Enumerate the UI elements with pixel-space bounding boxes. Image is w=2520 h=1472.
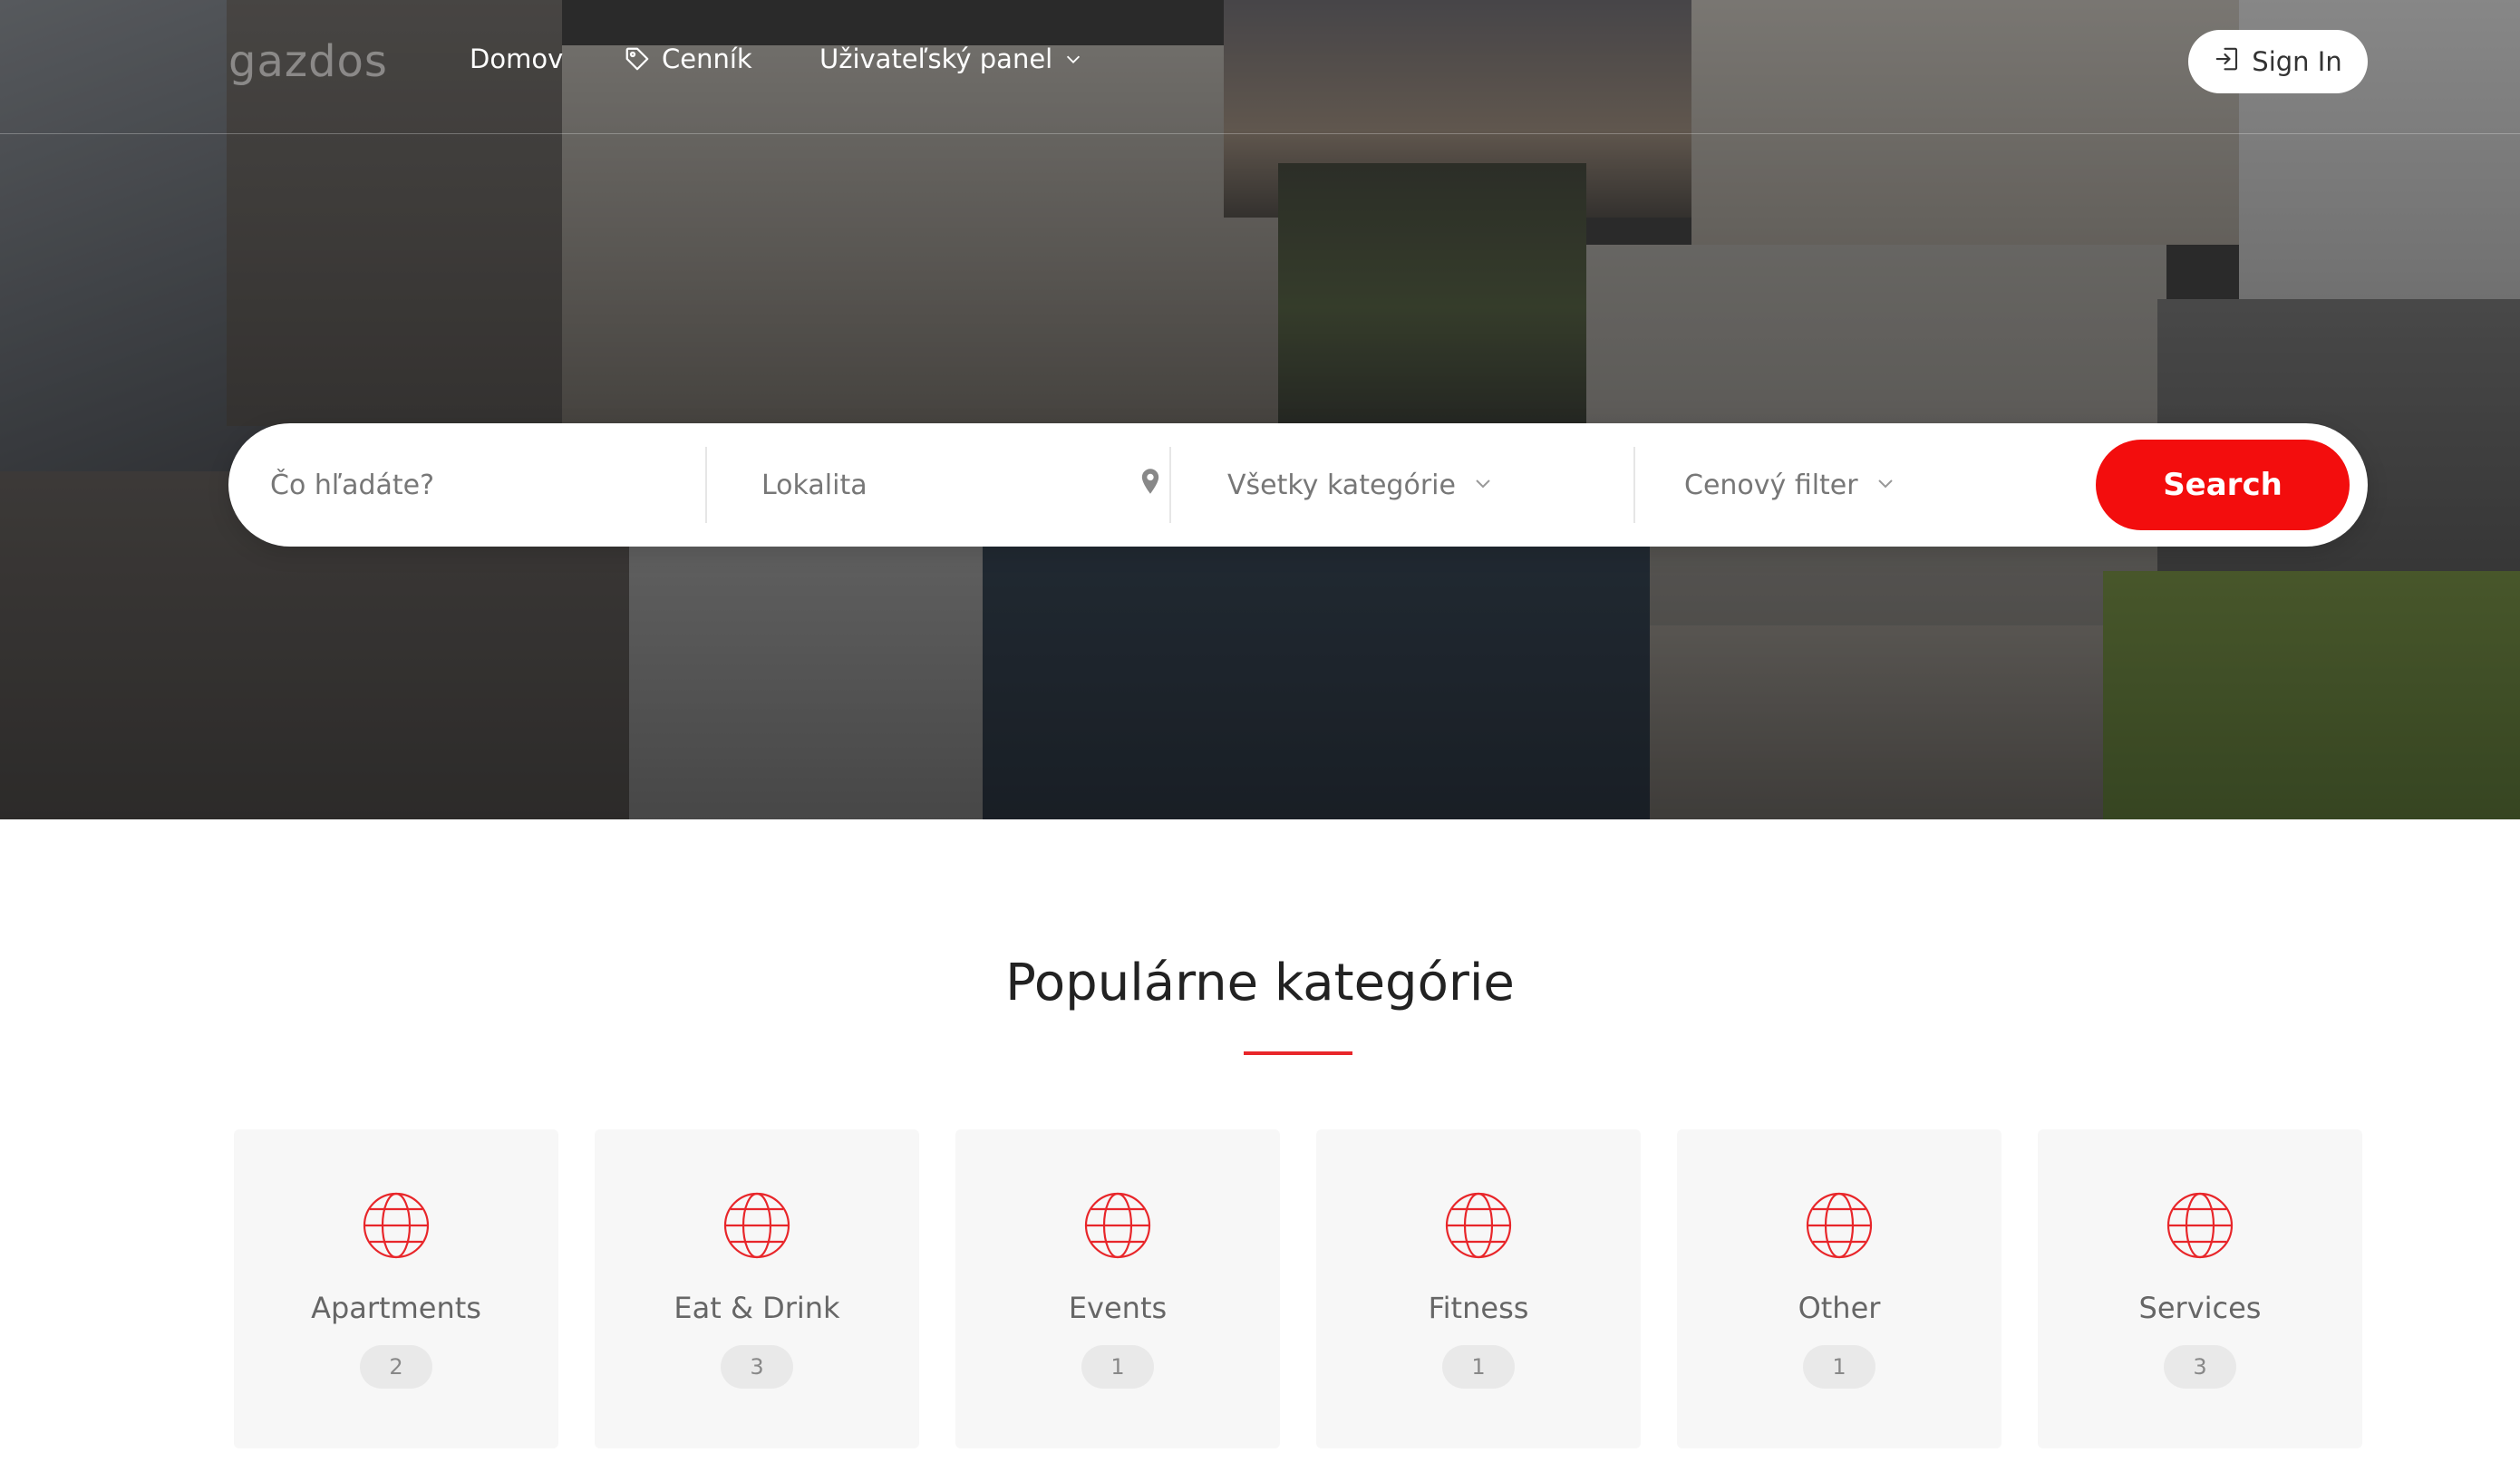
category-count-badge: 3	[721, 1345, 793, 1389]
category-label: Events	[1068, 1291, 1168, 1325]
category-card-events[interactable]: Events 1	[955, 1129, 1280, 1448]
category-count-badge: 1	[1803, 1345, 1875, 1389]
category-label: Other	[1798, 1291, 1881, 1325]
section-title: Populárne kategórie	[1005, 954, 1515, 1012]
search-button[interactable]: Search	[2096, 440, 2350, 530]
category-card-eat-drink[interactable]: Eat & Drink 3	[595, 1129, 919, 1448]
nav-link-pricing[interactable]: Cenník	[624, 44, 752, 74]
category-label: Services	[2138, 1291, 2262, 1325]
search-divider	[705, 447, 707, 523]
sign-in-button[interactable]: Sign In	[2188, 30, 2368, 93]
title-underline	[1244, 1051, 1352, 1055]
globe-icon	[1083, 1191, 1152, 1264]
category-select-label: Všetky kategórie	[1227, 469, 1456, 501]
globe-icon	[2166, 1191, 2234, 1264]
nav-link-label: Cenník	[662, 44, 752, 74]
category-count-badge: 3	[2164, 1345, 2236, 1389]
category-label: Apartments	[311, 1291, 481, 1325]
search-divider	[1169, 447, 1171, 523]
globe-icon	[722, 1191, 791, 1264]
search-divider	[1633, 447, 1635, 523]
category-card-fitness[interactable]: Fitness 1	[1316, 1129, 1641, 1448]
top-navigation: gazdos Domov Cenník Uživateľský panel Si…	[0, 0, 2520, 134]
site-logo[interactable]: gazdos	[228, 36, 388, 87]
globe-icon	[1805, 1191, 1874, 1264]
category-count-badge: 1	[1081, 1345, 1154, 1389]
category-count-badge: 1	[1442, 1345, 1515, 1389]
category-label: Fitness	[1428, 1291, 1529, 1325]
price-filter-select[interactable]: Cenový filter	[1684, 423, 2047, 547]
nav-link-label: Domov	[470, 44, 564, 74]
location-placeholder: Lokalita	[761, 469, 867, 501]
category-count-badge: 2	[360, 1345, 432, 1389]
nav-link-home[interactable]: Domov	[470, 44, 563, 74]
price-filter-label: Cenový filter	[1684, 469, 1858, 501]
chevron-down-icon	[1875, 470, 1896, 501]
chevron-down-icon	[1472, 470, 1494, 501]
search-bar: Čo hľadáte? Lokalita Všetky kategórie Ce…	[228, 423, 2368, 547]
globe-icon	[1444, 1191, 1513, 1264]
nav-link-label: Uživateľský panel	[819, 44, 1053, 74]
chevron-down-icon	[1063, 49, 1083, 69]
location-input[interactable]: Lokalita	[761, 423, 1160, 547]
nav-link-user-panel[interactable]: Uživateľský panel	[819, 44, 1083, 74]
category-label: Eat & Drink	[674, 1291, 840, 1325]
globe-icon	[362, 1191, 431, 1264]
tag-icon	[624, 45, 651, 73]
sign-in-label: Sign In	[2252, 46, 2342, 77]
keyword-input[interactable]: Čo hľadáte?	[270, 423, 696, 547]
category-card-services[interactable]: Services 3	[2038, 1129, 2362, 1448]
keyword-placeholder: Čo hľadáte?	[270, 469, 435, 501]
location-pin-icon	[1140, 469, 1160, 501]
sign-in-icon	[2214, 45, 2241, 79]
category-card-apartments[interactable]: Apartments 2	[234, 1129, 558, 1448]
category-card-other[interactable]: Other 1	[1677, 1129, 2001, 1448]
category-select[interactable]: Všetky kategórie	[1227, 423, 1608, 547]
